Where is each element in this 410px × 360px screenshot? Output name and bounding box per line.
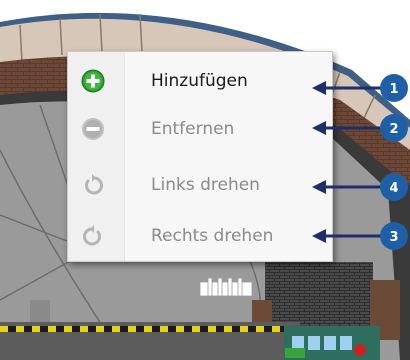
context-menu: Hinzufügen Entfernen Links drehen Rechts… [67,51,333,262]
menu-item-rotate-right-label: Rechts drehen [151,226,274,246]
add-icon [81,69,105,93]
menu-item-rotate-left[interactable]: Links drehen [68,162,332,208]
rotate-left-icon [85,174,103,195]
menu-item-rotate-left-label: Links drehen [151,175,260,195]
menu-item-remove[interactable]: Entfernen [68,106,332,152]
menu-item-rotate-right[interactable]: Rechts drehen [68,213,332,259]
rotate-right-icon [83,225,101,246]
menu-item-add-label: Hinzufügen [151,71,248,91]
menu-item-remove-label: Entfernen [151,119,235,139]
menu-item-add[interactable]: Hinzufügen [68,58,332,104]
remove-icon [82,118,104,140]
